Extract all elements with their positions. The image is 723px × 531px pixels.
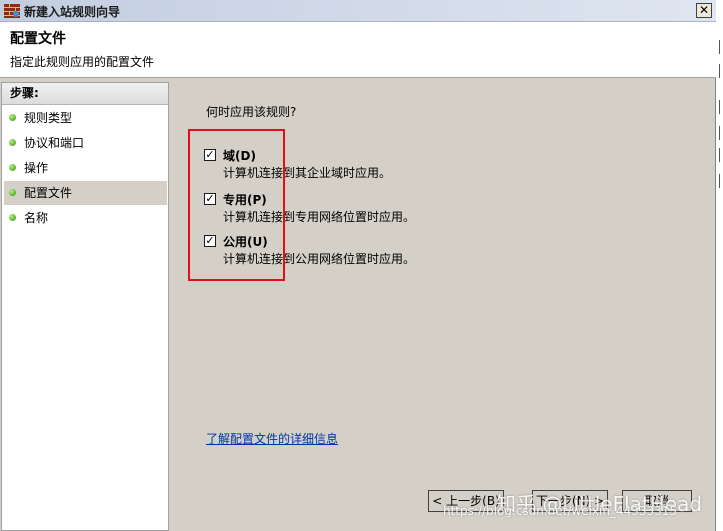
- edge-mark: [719, 40, 723, 54]
- steps-sidebar: 步骤: 规则类型 协议和端口 操作 配置文件 名称: [1, 82, 169, 531]
- sidebar-item-rule-type[interactable]: 规则类型: [4, 106, 167, 130]
- status-dot-icon: [9, 164, 16, 171]
- close-button[interactable]: ✕: [696, 3, 712, 18]
- wizard-window: 新建入站规则向导 ✕ 配置文件 指定此规则应用的配置文件 步骤: 规则类型 协议…: [0, 0, 716, 531]
- steps-header: 步骤:: [2, 83, 168, 105]
- edge-mark: [719, 126, 723, 140]
- sidebar-item-label: 规则类型: [24, 111, 73, 125]
- sidebar-item-action[interactable]: 操作: [4, 156, 167, 180]
- edge-mark: [719, 148, 723, 162]
- learn-more-link[interactable]: 了解配置文件的详细信息: [206, 430, 338, 447]
- watermark-url: https://blog.csdn.net/weixin_44333315: [443, 504, 678, 518]
- sidebar-item-name[interactable]: 名称: [4, 206, 167, 230]
- sidebar-item-profile[interactable]: 配置文件: [4, 181, 167, 205]
- background-window-edge: [716, 0, 723, 531]
- sidebar-item-label: 操作: [24, 161, 49, 175]
- edge-mark: [719, 174, 723, 188]
- highlight-box: [188, 129, 285, 281]
- content-pane: 何时应用该规则? ✓ 域(D) 计算机连接到其企业域时应用。 ✓ 专用(P) 计…: [170, 82, 716, 531]
- edge-mark: [719, 64, 723, 78]
- status-dot-icon: [9, 139, 16, 146]
- title-bar[interactable]: 新建入站规则向导 ✕: [0, 0, 716, 22]
- edge-mark: [719, 100, 723, 114]
- page-subtitle: 指定此规则应用的配置文件: [10, 55, 155, 69]
- status-dot-icon: [9, 214, 16, 221]
- firewall-icon: [4, 4, 20, 18]
- window-title: 新建入站规则向导: [24, 5, 121, 19]
- question-text: 何时应用该规则?: [206, 105, 297, 119]
- sidebar-item-label: 名称: [24, 211, 49, 225]
- sidebar-item-label: 协议和端口: [24, 136, 85, 150]
- wizard-header: 配置文件 指定此规则应用的配置文件: [0, 22, 716, 78]
- sidebar-item-protocol-port[interactable]: 协议和端口: [4, 131, 167, 155]
- page-title: 配置文件: [10, 31, 66, 47]
- status-dot-icon: [9, 189, 16, 196]
- sidebar-item-label: 配置文件: [24, 186, 73, 200]
- status-dot-icon: [9, 114, 16, 121]
